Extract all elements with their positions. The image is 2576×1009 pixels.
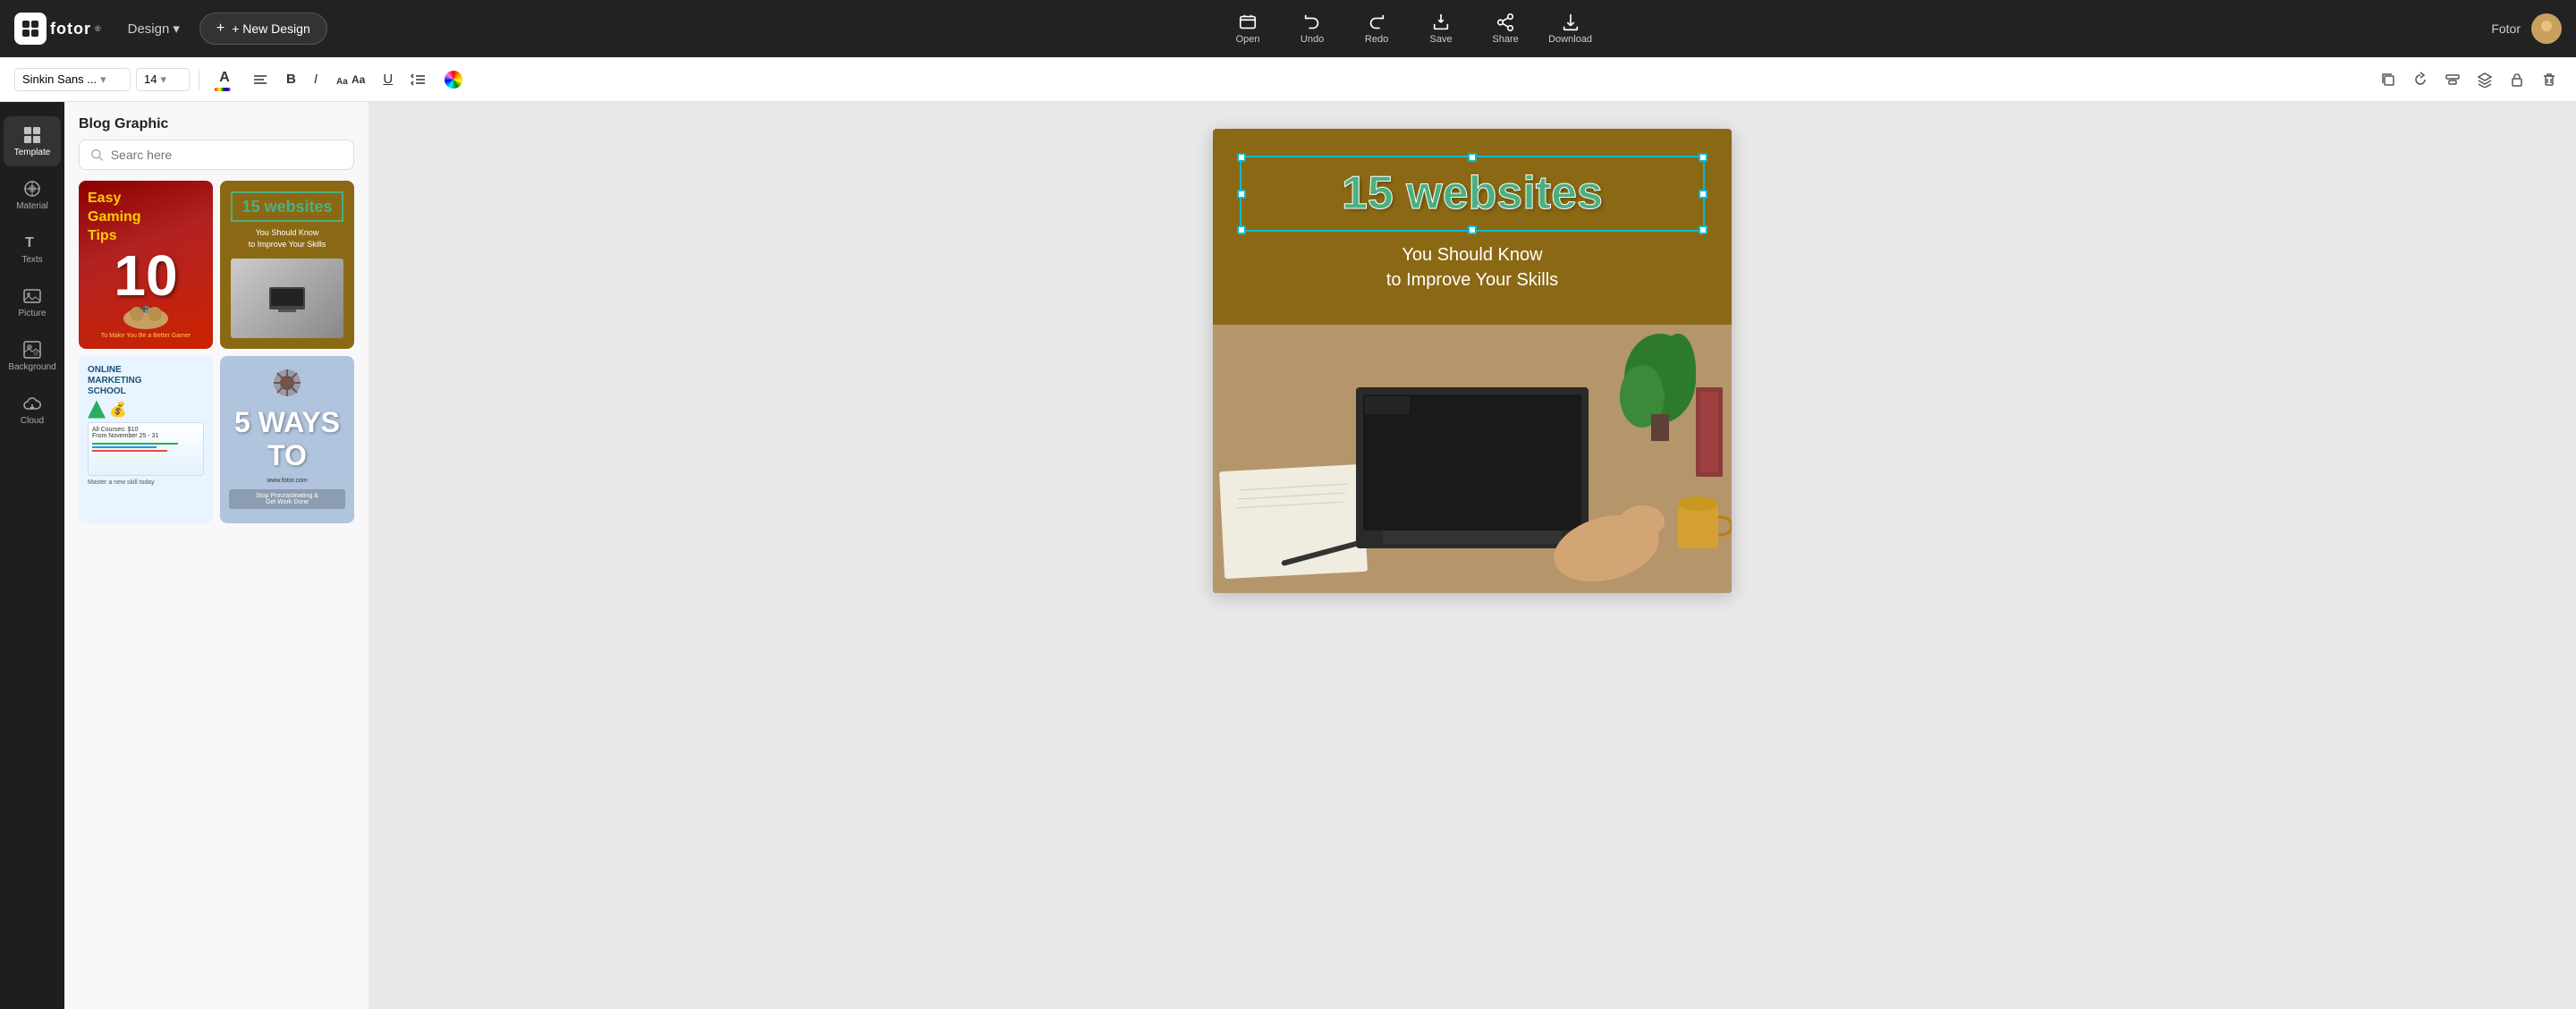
undo-button[interactable]: Undo: [1291, 13, 1334, 45]
canvas-top-section: 15 websites You Should Know to Improve Y…: [1213, 129, 1732, 325]
resize-handle-ml[interactable]: [1237, 190, 1246, 199]
sidebar-item-template[interactable]: Template: [4, 116, 61, 166]
user-avatar[interactable]: [2531, 13, 2562, 44]
panel-title: Blog Graphic: [64, 102, 369, 140]
resize-handle-tl[interactable]: [1237, 153, 1246, 162]
align-distribute-button[interactable]: [2440, 67, 2465, 92]
logo-text: fotor: [50, 20, 91, 38]
save-button[interactable]: Save: [1419, 13, 1462, 45]
canvas-headline[interactable]: 15 websites: [1256, 168, 1689, 219]
resize-handle-tm[interactable]: [1468, 153, 1477, 162]
sidebar-icons: Template Material T Texts Picture: [0, 102, 64, 1009]
template-card-gaming[interactable]: EasyGamingTips 10 To Make: [79, 181, 213, 349]
logo[interactable]: fotor ®: [14, 13, 101, 45]
plus-icon: +: [216, 21, 225, 37]
resize-handle-tr[interactable]: [1699, 153, 1707, 162]
desk-photo-bg: [1213, 325, 1732, 593]
underline-button[interactable]: U: [377, 67, 399, 91]
toolbar-right: Fotor: [2491, 13, 2562, 44]
canvas-area[interactable]: 15 websites You Should Know to Improve Y…: [369, 102, 2576, 1009]
design-menu-button[interactable]: Design ▾: [119, 15, 189, 42]
svg-text:T: T: [25, 235, 34, 250]
svg-text:Aa: Aa: [336, 77, 348, 87]
resize-handle-bm[interactable]: [1468, 225, 1477, 234]
layer-button[interactable]: [2472, 67, 2497, 92]
toolbar-center: Open Undo Redo Save: [1226, 13, 1592, 45]
template-card-websites[interactable]: 15 websites You Should Knowto Improve Yo…: [220, 181, 354, 349]
resize-handle-bl[interactable]: [1237, 225, 1246, 234]
bold-button[interactable]: B: [280, 67, 302, 91]
new-design-button[interactable]: + + New Design: [199, 13, 327, 45]
italic-button[interactable]: I: [308, 67, 324, 91]
font-family-selector[interactable]: Sinkin Sans ... ▾: [14, 68, 131, 91]
canvas[interactable]: 15 websites You Should Know to Improve Y…: [1213, 129, 1732, 593]
share-button[interactable]: Share: [1484, 13, 1527, 45]
sidebar-item-cloud[interactable]: Cloud: [4, 385, 61, 435]
open-button[interactable]: Open: [1226, 13, 1269, 45]
user-name-label: Fotor: [2491, 21, 2521, 36]
search-icon: [90, 148, 104, 162]
main-content: Template Material T Texts Picture: [0, 102, 2576, 1009]
color-picker-button[interactable]: [438, 66, 469, 93]
chevron-down-icon: ▾: [160, 72, 166, 87]
duplicate-button[interactable]: [2376, 67, 2401, 92]
logo-icon: [14, 13, 47, 45]
search-bar: [79, 140, 354, 170]
align-button[interactable]: [246, 67, 275, 92]
resize-handle-br[interactable]: [1699, 225, 1707, 234]
lock-button[interactable]: [2504, 67, 2529, 92]
font-size-button[interactable]: Aa Aa: [329, 67, 371, 92]
sidebar-item-picture[interactable]: Picture: [4, 277, 61, 327]
sidebar-item-background[interactable]: Background: [4, 331, 61, 381]
color-swatch: A: [215, 70, 234, 89]
download-button[interactable]: Download: [1548, 13, 1592, 45]
resize-handle-mr[interactable]: [1699, 190, 1707, 199]
sidebar-item-texts[interactable]: T Texts: [4, 224, 61, 274]
template-card-marketing[interactable]: ONLINEMARKETINGSCHOOL 💰 All Courses: $10…: [79, 356, 213, 524]
search-input[interactable]: [111, 148, 343, 162]
rotate-button[interactable]: [2408, 67, 2433, 92]
text-selection-box: 15 websites: [1240, 156, 1705, 232]
top-bar: fotor ® Design ▾ + + New Design Open Und…: [0, 0, 2576, 57]
canvas-wrapper: 15 websites You Should Know to Improve Y…: [1213, 129, 1732, 593]
font-size-selector[interactable]: 14 ▾: [136, 68, 190, 91]
templates-grid: EasyGamingTips 10 To Make: [64, 181, 369, 523]
text-color-button[interactable]: A: [208, 65, 241, 94]
selected-element[interactable]: 15 websites: [1240, 156, 1705, 232]
left-panel: Blog Graphic EasyGamingTips 10: [64, 102, 369, 1009]
format-bar: Sinkin Sans ... ▾ 14 ▾ A B I Aa Aa: [0, 57, 2576, 102]
format-right-actions: [2376, 67, 2562, 92]
delete-button[interactable]: [2537, 67, 2562, 92]
canvas-subtitle[interactable]: You Should Know to Improve Your Skills: [1240, 242, 1705, 307]
line-height-button[interactable]: [404, 67, 433, 92]
template-card-ways[interactable]: 5 WAYS TO www.fotor.com Stop Procrastina…: [220, 356, 354, 524]
sidebar-item-material[interactable]: Material: [4, 170, 61, 220]
chevron-down-icon: ▾: [100, 72, 106, 87]
canvas-photo: [1213, 325, 1732, 593]
redo-button[interactable]: Redo: [1355, 13, 1398, 45]
color-wheel-icon: [445, 71, 462, 89]
